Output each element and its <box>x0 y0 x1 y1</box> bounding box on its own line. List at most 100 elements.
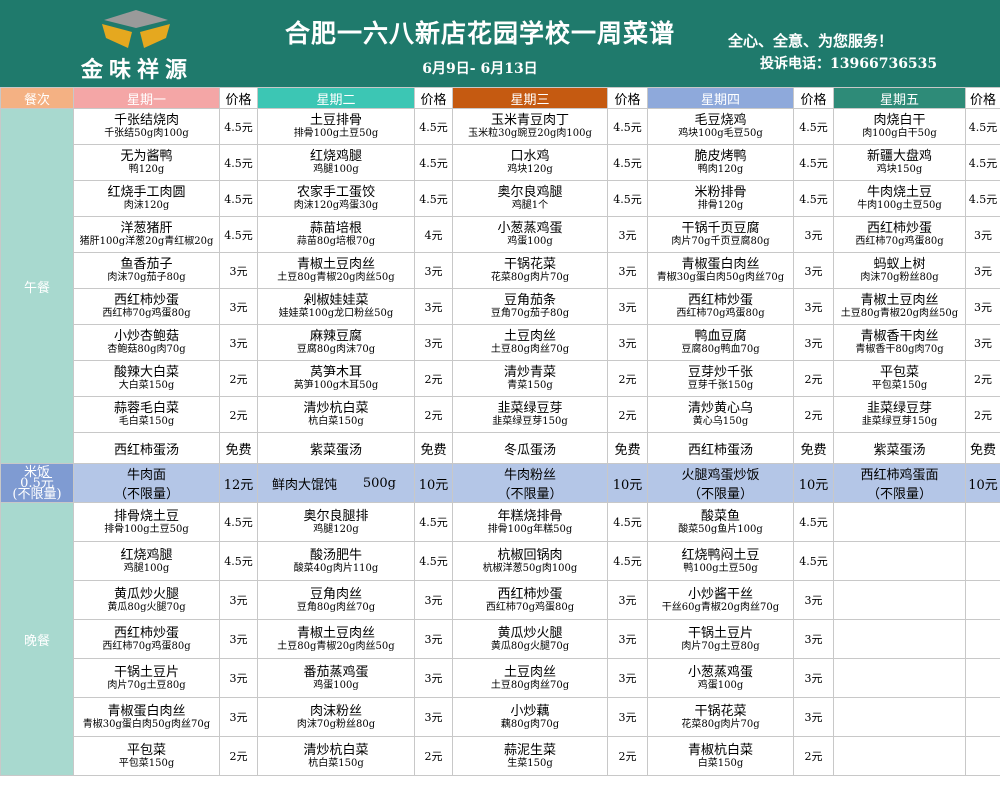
dish-price <box>965 658 1000 698</box>
dish-detail: 韭菜绿豆芽150g <box>492 416 568 427</box>
dish-name: 新疆大盘鸡 <box>866 149 932 164</box>
dish-name: 小炒酱干丝 <box>687 586 753 602</box>
dish-name: 清炒杭白菜 <box>303 401 369 416</box>
dish-cell: 黄瓜炒火腿 黄瓜80g火腿70g <box>452 619 608 659</box>
dish-price: 2元 <box>414 360 453 397</box>
dish-name: 平包菜 <box>879 365 919 380</box>
dish-detail: 杭椒洋葱50g肉100g <box>482 562 578 574</box>
dish-detail: 玉米粒30g豌豆20g肉100g <box>468 128 592 139</box>
dish-detail: 鸡腿100g <box>123 562 170 574</box>
dish-price: 4元 <box>414 216 453 253</box>
dish-cell: 西红柿炒蛋 西红柿70g鸡蛋80g <box>73 619 220 659</box>
soup-name: 紫菜蛋汤 <box>257 432 415 464</box>
soup-price: 免费 <box>965 432 1000 464</box>
dish-cell: 新疆大盘鸡 鸡块150g <box>833 144 966 181</box>
day-header: 星期三 <box>452 87 608 109</box>
dish-detail: 豆腐80g肉沫70g <box>296 344 376 355</box>
dish-detail: 杭白菜150g <box>308 416 364 427</box>
soup-name: 西红柿蛋汤 <box>647 432 794 464</box>
dish-cell: 脆皮烤鸭 鸭肉120g <box>647 144 794 181</box>
soup-price: 免费 <box>219 432 258 464</box>
brand-logo: 金味祥源 <box>52 8 222 83</box>
dish-detail: 莴笋100g木耳50g <box>293 380 379 391</box>
dish-detail: 白菜150g <box>697 757 744 769</box>
dish-price: 3元 <box>793 252 834 289</box>
dish-cell: 土豆肉丝 土豆80g肉丝70g <box>452 324 608 361</box>
dish-name: 酸辣大白菜 <box>113 365 179 380</box>
dish-name: 鸭血豆腐 <box>694 329 747 344</box>
lunch-row: 无为酱鸭 鸭120g 4.5元 红烧鸡腿 鸡腿100g 4.5元 口水鸡 鸡块120g 4.5元… <box>1 144 1000 181</box>
dish-detail: 西红柿70g鸡蛋80g <box>102 308 191 319</box>
day-header: 星期一 <box>73 87 220 109</box>
dish-detail: 牛肉100g土豆50g <box>857 200 942 211</box>
dinner-row: 干锅土豆片 肉片70g土豆80g 3元 番茄蒸鸡蛋 鸡蛋100g 3元 土豆肉丝 土豆80g肉… <box>1 658 1000 698</box>
dish-name: 青椒蛋白肉丝 <box>107 703 186 719</box>
dish-detail: 青菜150g <box>507 380 553 391</box>
dish-detail: 千张结50g肉100g <box>104 128 189 139</box>
dish-detail: 鸡蛋100g <box>507 236 553 247</box>
dish-price <box>965 619 1000 659</box>
dish-price: 2元 <box>607 396 648 433</box>
dish-price: 4.5元 <box>793 180 834 217</box>
dish-name: 青椒蛋白肉丝 <box>681 257 760 272</box>
dish-name: 农家手工蛋饺 <box>296 185 375 200</box>
dish-cell: 奥尔良腿排 鸡腿120g <box>257 502 415 542</box>
dish-cell: 红烧鸭闷土豆 鸭100g土豆50g <box>647 541 794 581</box>
dish-price: 4.5元 <box>414 180 453 217</box>
column-header-row: 餐次 星期一 价格 星期二 价格 星期三 价格 星期四 价格 星期五 价格 <box>0 87 1000 109</box>
dish-detail: 肉沫70g粉丝80g <box>860 272 939 283</box>
dish-price: 3元 <box>219 580 258 620</box>
dish-price: 3元 <box>219 288 258 325</box>
soup-name: 冬瓜蛋汤 <box>452 432 608 464</box>
dish-cell: 红烧鸡腿 鸡腿100g <box>73 541 220 581</box>
dish-cell: 鸭血豆腐 豆腐80g鸭血70g <box>647 324 794 361</box>
dish-price: 4.5元 <box>607 541 648 581</box>
dish-name: 千张结烧肉 <box>113 113 179 128</box>
dish-price: 3元 <box>414 697 453 737</box>
dish-price: 3元 <box>219 697 258 737</box>
dinner-row: 青椒蛋白肉丝 青椒30g蛋白肉50g肉丝70g 3元 肉沫粉丝 肉沫70g粉丝80g 3元… <box>1 697 1000 737</box>
dish-name: 奥尔良腿排 <box>303 508 369 524</box>
dish-detail: 黄心乌150g <box>692 416 749 427</box>
dish-detail: 鸡蛋100g <box>697 679 744 691</box>
dish-name: 土豆肉丝 <box>503 329 556 344</box>
dish-price: 2元 <box>793 396 834 433</box>
dish-cell <box>833 736 966 776</box>
soup-price: 免费 <box>607 432 648 464</box>
soup-price: 免费 <box>793 432 834 464</box>
meal-label-rice: 米饭 0.5元 (不限量) <box>0 463 74 503</box>
dish-price: 4.5元 <box>219 180 258 217</box>
dish-name: 剁椒娃娃菜 <box>303 293 369 308</box>
dish-price: 3元 <box>414 619 453 659</box>
dish-detail: 大白菜150g <box>118 380 175 391</box>
dish-cell: 西红柿炒蛋 西红柿70g鸡蛋80g <box>833 216 966 253</box>
dish-name: 肉沫粉丝 <box>309 703 362 719</box>
dish-detail: 豆腐80g鸭血70g <box>681 344 760 355</box>
dish-cell: 口水鸡 鸡块120g <box>452 144 608 181</box>
dish-detail: 花菜80g肉片70g <box>490 272 570 283</box>
dish-detail: 排骨120g <box>697 200 744 211</box>
dish-cell <box>833 541 966 581</box>
dish-detail: 平包菜150g <box>118 757 175 769</box>
dish-name: 青椒杭白菜 <box>687 742 753 758</box>
dish-price: 3元 <box>793 580 834 620</box>
dish-price: 4.5元 <box>219 216 258 253</box>
dish-cell: 剁椒娃娃菜 娃娃菜100g龙口粉丝50g <box>257 288 415 325</box>
dish-name: 红烧手工肉圆 <box>107 185 186 200</box>
dish-name: 毛豆烧鸡 <box>694 113 747 128</box>
dish-detail: 鸡块120g <box>507 164 553 175</box>
dish-price: 3元 <box>607 580 648 620</box>
dish-name: 酸菜鱼 <box>700 508 740 524</box>
dish-cell: 莴笋木耳 莴笋100g木耳50g <box>257 360 415 397</box>
dish-price: 3元 <box>793 288 834 325</box>
dish-price: 3元 <box>219 619 258 659</box>
dish-cell: 韭菜绿豆芽 韭菜绿豆芽150g <box>452 396 608 433</box>
dish-cell: 酸辣大白菜 大白菜150g <box>73 360 220 397</box>
dish-price: 3元 <box>219 658 258 698</box>
staple-note: （不限量） <box>497 487 563 502</box>
dish-name: 小葱蒸鸡蛋 <box>687 664 753 680</box>
dish-price: 4.5元 <box>414 541 453 581</box>
dish-name: 蒜蓉毛白菜 <box>113 401 179 416</box>
dish-detail: 毛白菜150g <box>118 416 175 427</box>
dish-cell: 青椒土豆肉丝 土豆80g青椒20g肉丝50g <box>833 288 966 325</box>
